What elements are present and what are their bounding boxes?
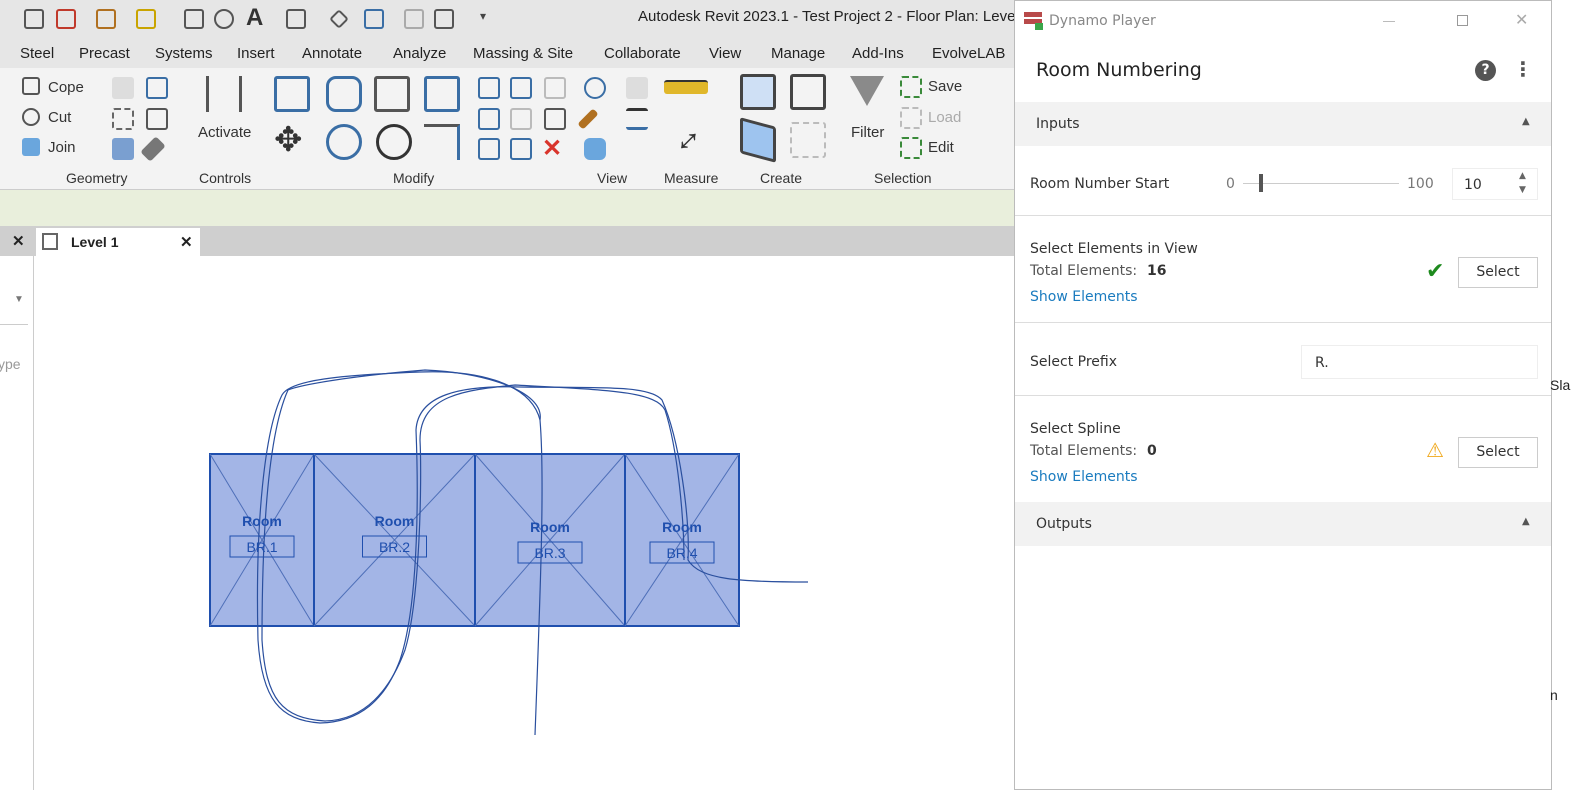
select-elements-total: 16 — [1147, 263, 1167, 279]
room-number-start-label: Room Number Start — [1030, 176, 1170, 192]
room-number-tag[interactable]: BR.4 — [666, 545, 697, 561]
select-spline-button[interactable]: Select — [1458, 437, 1538, 468]
divider — [1015, 215, 1551, 216]
divider — [1015, 322, 1551, 323]
outputs-section-header[interactable]: Outputs ▲ — [1015, 502, 1551, 546]
dynamo-logo-play — [1035, 23, 1043, 30]
dynamo-player-window: Dynamo Player ✕ Room Numbering ? ⋮ Input… — [1014, 0, 1552, 790]
room-number-start-input[interactable]: 10 ▲ ▼ — [1452, 168, 1538, 200]
partial-text: n — [1550, 687, 1558, 703]
minimize-button[interactable] — [1383, 21, 1395, 22]
check-icon: ✔ — [1426, 259, 1445, 284]
select-spline-label: Select Spline — [1030, 421, 1121, 437]
slider-track[interactable] — [1243, 183, 1399, 184]
inputs-section-header[interactable]: Inputs ▲ — [1015, 102, 1551, 146]
decrement-icon[interactable]: ▼ — [1519, 185, 1526, 195]
select-elements-button[interactable]: Select — [1458, 257, 1538, 288]
window-title: Dynamo Player — [1049, 13, 1156, 29]
collapse-icon[interactable]: ▲ — [1522, 116, 1530, 127]
room-name-tag[interactable]: Room — [375, 513, 415, 529]
select-spline-total-label: Total Elements: — [1030, 443, 1138, 459]
room-name-tag[interactable]: Room — [662, 519, 702, 535]
room-number-tag[interactable]: BR.2 — [379, 539, 410, 555]
select-spline-total: 0 — [1147, 443, 1157, 459]
slider-min: 0 — [1226, 176, 1235, 192]
divider — [1015, 395, 1551, 396]
maximize-button[interactable] — [1457, 15, 1468, 26]
help-icon[interactable]: ? — [1475, 60, 1496, 81]
room-name-tag[interactable]: Room — [530, 519, 570, 535]
select-elements-total-label: Total Elements: — [1030, 263, 1138, 279]
warning-icon: ⚠ — [1426, 438, 1444, 462]
partial-text: Sla — [1550, 377, 1571, 393]
slider-max: 100 — [1407, 176, 1434, 192]
outputs-label: Outputs — [1036, 516, 1092, 532]
room-name-tag[interactable]: Room — [242, 513, 282, 529]
select-prefix-input[interactable]: R. — [1301, 345, 1538, 379]
room-number-tag[interactable]: BR.1 — [246, 539, 277, 555]
show-elements-link[interactable]: Show Elements — [1030, 289, 1137, 305]
increment-icon[interactable]: ▲ — [1519, 171, 1526, 181]
show-spline-link[interactable]: Show Elements — [1030, 469, 1137, 485]
select-prefix-value: R. — [1315, 355, 1329, 371]
room-number-start-value: 10 — [1464, 177, 1482, 193]
more-options-icon[interactable]: ⋮ — [1513, 57, 1533, 81]
dynamo-logo-icon — [1024, 12, 1042, 17]
slider-thumb[interactable] — [1258, 174, 1263, 192]
floor-plan-canvas[interactable]: Room BR.1 Room BR.2 Room BR.3 Room BR.4 — [0, 0, 1014, 790]
select-elements-label: Select Elements in View — [1030, 241, 1198, 257]
room-number-tag[interactable]: BR.3 — [534, 545, 565, 561]
close-button[interactable]: ✕ — [1515, 10, 1528, 29]
right-panel-partial: Sla n — [1550, 0, 1582, 790]
inputs-label: Inputs — [1036, 116, 1080, 132]
graph-title: Room Numbering — [1036, 59, 1202, 81]
select-prefix-label: Select Prefix — [1030, 354, 1118, 370]
collapse-icon[interactable]: ▲ — [1522, 516, 1530, 527]
